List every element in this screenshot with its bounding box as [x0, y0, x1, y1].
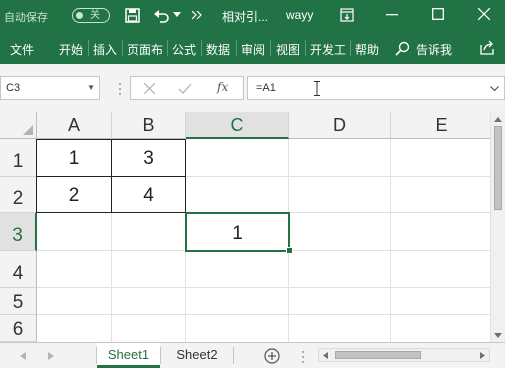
tab-formulas[interactable]: 公式 — [172, 41, 196, 58]
sheet-tab-sheet2[interactable]: Sheet2 — [161, 343, 233, 368]
insert-function-icon[interactable]: fx — [217, 80, 228, 94]
row-header-4[interactable]: 4 — [0, 251, 37, 288]
tab-insert[interactable]: 插入 — [93, 41, 117, 58]
maximize-icon[interactable] — [432, 8, 444, 20]
next-sheet-icon[interactable] — [48, 352, 54, 360]
fill-handle[interactable] — [286, 247, 293, 254]
minimize-icon[interactable] — [386, 14, 398, 17]
column-header-d[interactable]: D — [289, 112, 391, 139]
formula-buttons: fx — [130, 76, 244, 100]
divider — [236, 40, 237, 56]
column-header-c[interactable]: C — [186, 112, 289, 139]
divider — [167, 40, 168, 56]
tab-help[interactable]: 帮助 — [355, 41, 379, 58]
select-all-corner[interactable] — [0, 112, 37, 139]
cell-b2[interactable]: 4 — [111, 176, 186, 213]
scroll-right-icon[interactable] — [480, 352, 485, 359]
divider — [122, 40, 123, 56]
save-icon[interactable] — [125, 8, 140, 23]
tell-me-box[interactable]: 告诉我 — [416, 41, 452, 58]
horizontal-scrollbar[interactable] — [318, 348, 490, 362]
text-cursor-icon — [314, 81, 320, 96]
select-all-icon — [23, 125, 33, 135]
tab-data[interactable]: 数据 — [206, 41, 230, 58]
add-sheet-icon[interactable] — [264, 348, 280, 364]
share-icon[interactable] — [479, 40, 495, 55]
ribbon-tab-bar: 文件 开始 插入 页面布 公式 数据 审阅 视图 开发工 帮助 告诉我 — [0, 32, 505, 64]
divider — [233, 347, 234, 364]
horizontal-scroll-thumb[interactable] — [335, 351, 421, 359]
expand-formula-icon[interactable] — [490, 86, 499, 92]
divider — [305, 40, 306, 56]
formula-input[interactable]: =A1 — [247, 76, 505, 100]
autosave-state: 关 — [90, 10, 100, 21]
enter-check-icon[interactable] — [178, 83, 192, 94]
prev-sheet-icon[interactable] — [20, 352, 26, 360]
scroll-down-icon[interactable] — [494, 333, 502, 338]
more-commands-icon[interactable] — [192, 11, 202, 20]
column-header-a[interactable]: A — [37, 112, 112, 139]
divider — [350, 40, 351, 56]
tab-review[interactable]: 审阅 — [241, 41, 265, 58]
divider — [201, 40, 202, 56]
gridline — [37, 314, 490, 315]
active-cell-c3[interactable]: 1 — [185, 212, 290, 252]
cell-c3: 1 — [232, 223, 243, 244]
splitter-handle-icon[interactable] — [118, 82, 122, 96]
column-header-e[interactable]: E — [391, 112, 490, 139]
divider — [270, 40, 271, 56]
tab-view[interactable]: 视图 — [276, 41, 300, 58]
autosave-label: 自动保存 — [4, 12, 48, 24]
autosave-toggle[interactable]: 关 — [72, 8, 110, 23]
tab-file[interactable]: 文件 — [10, 41, 34, 58]
row-header-2[interactable]: 2 — [0, 177, 37, 213]
gridline — [37, 287, 490, 288]
close-icon[interactable] — [478, 8, 490, 20]
tab-developer[interactable]: 开发工 — [310, 41, 346, 58]
vertical-scroll-thumb[interactable] — [494, 126, 502, 210]
gridline — [390, 139, 391, 342]
title-bar: 自动保存 关 相对引... wayy — [0, 0, 505, 32]
cell-a1[interactable]: 1 — [36, 139, 112, 177]
cancel-icon[interactable] — [144, 83, 155, 94]
row-header-5[interactable]: 5 — [0, 288, 37, 315]
scroll-up-icon[interactable] — [494, 117, 502, 122]
undo-icon[interactable] — [153, 8, 171, 23]
divider — [88, 40, 89, 56]
tab-page-layout[interactable]: 页面布 — [127, 41, 163, 58]
row-header-1[interactable]: 1 — [0, 139, 37, 177]
row-header-6[interactable]: 6 — [0, 315, 37, 342]
undo-dropdown-icon[interactable] — [173, 12, 181, 18]
ribbon-display-icon[interactable] — [340, 8, 354, 22]
tab-splitter-icon[interactable] — [301, 350, 305, 364]
column-header-b[interactable]: B — [112, 112, 186, 139]
name-box-value: C3 — [6, 82, 21, 94]
sheet-tab-sheet1[interactable]: Sheet1 — [97, 343, 160, 368]
formula-text: =A1 — [256, 82, 276, 94]
cell-a2[interactable]: 2 — [36, 176, 112, 213]
tab-home[interactable]: 开始 — [59, 41, 83, 58]
search-icon[interactable] — [395, 41, 410, 56]
row-header-3[interactable]: 3 — [0, 213, 37, 251]
scroll-left-icon[interactable] — [323, 352, 328, 359]
document-title: 相对引... — [222, 10, 269, 24]
toggle-knob — [76, 12, 83, 19]
chevron-down-icon[interactable]: ▼ — [87, 77, 95, 99]
name-box[interactable]: C3 ▼ — [0, 76, 100, 100]
worksheet-grid[interactable]: A B C D E 1 2 3 4 5 6 1 3 2 4 1 — [0, 112, 490, 342]
user-name[interactable]: wayy — [286, 8, 313, 22]
cell-b1[interactable]: 3 — [111, 139, 186, 177]
vertical-scrollbar[interactable] — [490, 112, 505, 342]
